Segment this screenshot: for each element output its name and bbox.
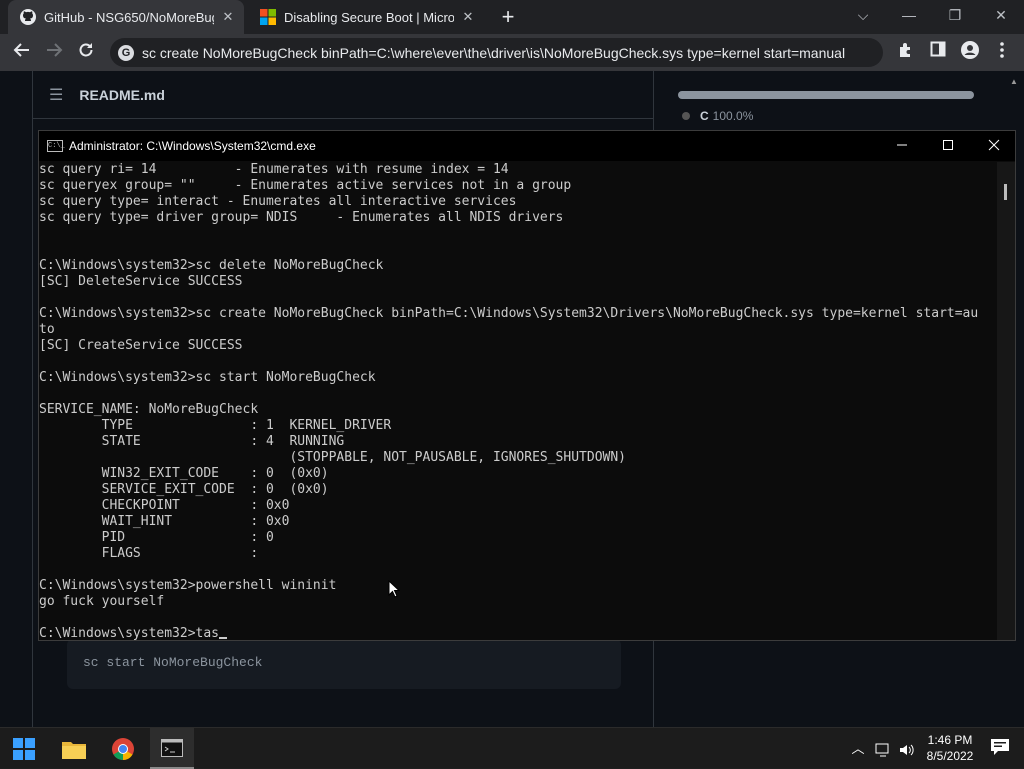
code-text: sc start NoMoreBugCheck bbox=[83, 655, 263, 670]
cmd-window[interactable]: C:\_ Administrator: C:\Windows\System32\… bbox=[38, 130, 1016, 641]
cmd-line: C:\Windows\system32>sc delete NoMoreBugC… bbox=[39, 258, 384, 273]
cmd-scrollbar[interactable] bbox=[997, 162, 1015, 640]
language-percent: 100.0% bbox=[712, 109, 754, 123]
clock-time: 1:46 PM bbox=[927, 733, 973, 747]
tab-title: GitHub - NSG650/NoMoreBugCh bbox=[44, 9, 214, 25]
language-bar bbox=[678, 91, 974, 99]
scroll-up-icon[interactable]: ▲ bbox=[1010, 77, 1018, 97]
text-caret bbox=[219, 637, 228, 639]
cmd-line: sc query type= driver group= NDIS - Enum… bbox=[39, 210, 564, 225]
taskbar: ︿ 1:46 PM 8/5/2022 bbox=[0, 727, 1024, 769]
cmd-titlebar[interactable]: C:\_ Administrator: C:\Windows\System32\… bbox=[39, 131, 1015, 161]
new-tab-button[interactable]: + bbox=[498, 6, 518, 28]
cmd-line bbox=[39, 226, 997, 242]
restore-button[interactable]: ❐ bbox=[932, 0, 978, 34]
cmd-line: TYPE : 1 KERNEL_DRIVER bbox=[39, 418, 392, 433]
cmd-line: to bbox=[39, 322, 55, 337]
cmd-line: C:\Windows\system32>powershell wininit bbox=[39, 578, 337, 593]
google-icon: G bbox=[118, 44, 134, 61]
cmd-scroll-thumb[interactable] bbox=[1004, 184, 1007, 200]
cmd-line: CHECKPOINT : 0x0 bbox=[39, 498, 290, 513]
language-dot-icon bbox=[682, 112, 690, 120]
readme-title: README.md bbox=[79, 86, 165, 103]
tab-title: Disabling Secure Boot | Microsoft bbox=[284, 9, 454, 25]
cmd-line: C:\Windows\system32>sc start NoMoreBugCh… bbox=[39, 370, 376, 385]
extensions-icon[interactable] bbox=[894, 41, 918, 65]
cmd-line: PID : 0 bbox=[39, 530, 274, 545]
cmd-line: SERVICE_NAME: NoMoreBugCheck bbox=[39, 402, 259, 417]
cmd-line: [SC] DeleteService SUCCESS bbox=[39, 274, 243, 289]
profile-icon[interactable] bbox=[958, 41, 982, 65]
cmd-minimize-button[interactable] bbox=[879, 131, 925, 161]
cmd-taskbar-icon[interactable] bbox=[150, 728, 194, 769]
browser-tab-strip: GitHub - NSG650/NoMoreBugCh ✕ Disabling … bbox=[0, 0, 1024, 34]
cmd-line bbox=[39, 610, 997, 626]
forward-arrow-icon[interactable] bbox=[42, 41, 66, 65]
readme-header: ☰ README.md bbox=[33, 71, 653, 119]
cmd-line bbox=[39, 386, 997, 402]
cmd-output[interactable]: sc query ri= 14 - Enumerates with resume… bbox=[39, 162, 997, 642]
list-icon[interactable]: ☰ bbox=[49, 85, 63, 105]
cmd-line: (STOPPABLE, NOT_PAUSABLE, IGNORES_SHUTDO… bbox=[39, 450, 626, 465]
cmd-title: Administrator: C:\Windows\System32\cmd.e… bbox=[69, 139, 316, 153]
cmd-line: sc queryex group= "" - Enumerates active… bbox=[39, 178, 572, 193]
address-bar[interactable]: G sc create NoMoreBugCheck binPath=C:\wh… bbox=[110, 38, 883, 67]
cmd-icon: C:\_ bbox=[47, 140, 65, 152]
minimize-button[interactable]: — bbox=[886, 0, 932, 34]
cmd-prompt[interactable]: C:\Windows\system32>tas bbox=[39, 626, 219, 641]
menu-icon[interactable] bbox=[990, 41, 1014, 65]
cmd-line: C:\Windows\system32>sc create NoMoreBugC… bbox=[39, 306, 979, 321]
github-icon bbox=[20, 9, 36, 25]
cmd-line: WAIT_HINT : 0x0 bbox=[39, 514, 290, 529]
cmd-line: sc query ri= 14 - Enumerates with resume… bbox=[39, 162, 509, 177]
notification-icon[interactable] bbox=[990, 738, 1012, 758]
language-name: C bbox=[700, 109, 709, 123]
cmd-line bbox=[39, 562, 997, 578]
close-tab-icon[interactable]: ✕ bbox=[220, 9, 236, 25]
address-text[interactable]: sc create NoMoreBugCheck binPath=C:\wher… bbox=[142, 45, 845, 61]
language-item[interactable]: C 100.0% bbox=[682, 109, 753, 123]
browser-toolbar: G sc create NoMoreBugCheck binPath=C:\wh… bbox=[0, 34, 1024, 71]
close-tab-icon[interactable]: ✕ bbox=[460, 9, 476, 25]
cmd-line: SERVICE_EXIT_CODE : 0 (0x0) bbox=[39, 482, 329, 497]
close-window-button[interactable]: ✕ bbox=[978, 0, 1024, 34]
tab-github[interactable]: GitHub - NSG650/NoMoreBugCh ✕ bbox=[8, 0, 244, 34]
cmd-close-button[interactable] bbox=[971, 131, 1017, 161]
volume-icon[interactable] bbox=[896, 728, 918, 769]
mouse-pointer-icon bbox=[388, 580, 400, 598]
start-icon[interactable] bbox=[2, 728, 46, 769]
clock-date: 8/5/2022 bbox=[926, 749, 974, 763]
cmd-line: STATE : 4 RUNNING bbox=[39, 434, 345, 449]
tab-microsoft[interactable]: Disabling Secure Boot | Microsoft ✕ bbox=[248, 0, 484, 34]
cmd-maximize-button[interactable] bbox=[925, 131, 971, 161]
cmd-line bbox=[39, 354, 997, 370]
tray-chevron-icon[interactable]: ︿ bbox=[848, 728, 868, 769]
cmd-line: [SC] CreateService SUCCESS bbox=[39, 338, 243, 353]
file-explorer-icon[interactable] bbox=[52, 728, 96, 769]
clock[interactable]: 1:46 PM 8/5/2022 bbox=[918, 732, 982, 764]
cmd-line bbox=[39, 242, 997, 258]
side-panel-icon[interactable] bbox=[926, 41, 950, 65]
microsoft-icon bbox=[260, 9, 276, 25]
tab-search-icon[interactable]: ⌵ bbox=[840, 0, 886, 34]
cmd-prompt-line[interactable]: C:\Windows\system32>tas bbox=[39, 626, 997, 642]
reload-icon[interactable] bbox=[74, 41, 98, 65]
code-block: sc start NoMoreBugCheck bbox=[67, 639, 621, 689]
cmd-line: sc query type= interact - Enumerates all… bbox=[39, 194, 517, 209]
cmd-line: FLAGS : bbox=[39, 546, 259, 561]
cmd-line: WIN32_EXIT_CODE : 0 (0x0) bbox=[39, 466, 329, 481]
back-arrow-icon[interactable] bbox=[10, 41, 34, 65]
cmd-line: go fuck yourself bbox=[39, 594, 165, 609]
chrome-icon[interactable] bbox=[101, 728, 145, 769]
cmd-line bbox=[39, 290, 997, 306]
network-icon[interactable] bbox=[872, 728, 894, 769]
